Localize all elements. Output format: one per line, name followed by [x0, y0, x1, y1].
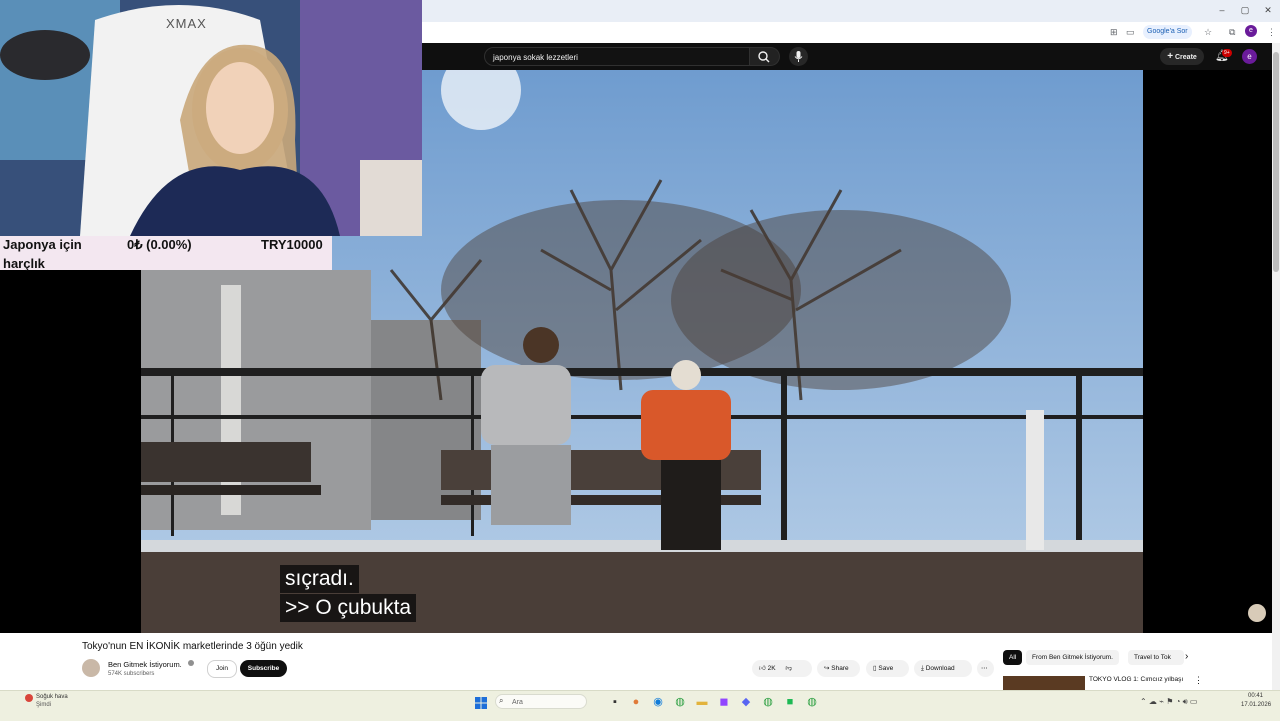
browser-menu-icon[interactable]: ⋮ [1267, 25, 1276, 39]
chip-from-channel[interactable]: From Ben Gitmek İstiyorum. [1026, 650, 1119, 665]
search-input[interactable]: japonya sokak lezzetleri [484, 47, 750, 66]
chevron-right-icon[interactable]: › [1185, 651, 1188, 662]
extensions-icon[interactable]: ⧉ [1229, 25, 1235, 39]
like-icon[interactable]: 👍︎ [759, 665, 766, 672]
browser-profile-icon[interactable]: e [1245, 25, 1257, 37]
share-label: Share [831, 665, 849, 672]
download-label: Download [925, 665, 955, 672]
channel-name[interactable]: Ben Gitmek İstiyorum. [108, 660, 182, 669]
bookmark-star-icon[interactable]: ☆ [1204, 25, 1212, 39]
chrome-secondary-icon[interactable]: ◍ [805, 695, 819, 709]
voice-search-button[interactable] [789, 47, 808, 66]
cast-icon[interactable]: ▭ [1126, 25, 1135, 39]
account-avatar[interactable]: e [1242, 49, 1257, 64]
subtitle-line-2: >> O çubukta [280, 594, 417, 622]
donation-goal: TRY10000 [261, 237, 323, 252]
channel-avatar[interactable] [82, 659, 100, 677]
webcam-scene [0, 0, 422, 236]
google-ask-button[interactable]: Google'a Sor [1143, 25, 1192, 39]
search-icon [758, 51, 770, 63]
clock-date[interactable]: 17.01.2026 [1241, 702, 1271, 708]
app-icon-2[interactable]: ■ [783, 695, 797, 709]
more-actions-icon[interactable]: ⋯ [977, 660, 994, 677]
create-label: Create [1175, 54, 1197, 61]
dislike-icon[interactable]: 👎︎ [785, 665, 792, 672]
save-button[interactable]: ▯ Save [866, 660, 909, 677]
discord-icon[interactable]: ◆ [739, 695, 753, 709]
recommendation-title[interactable]: TOKYO VLOG 1: Cımcıız yılbaşı [1089, 676, 1183, 683]
share-icon: ↪ [824, 665, 830, 672]
microphone-icon [794, 51, 803, 62]
twitch-icon[interactable]: ◼ [717, 695, 731, 709]
chip-all[interactable]: All [1003, 650, 1023, 665]
join-button[interactable]: Join [207, 660, 237, 678]
donation-label-line1: Japonya için [3, 237, 82, 252]
notification-badge: 9+ [1222, 49, 1232, 57]
edge-icon[interactable]: ◉ [651, 695, 665, 709]
maximize-button[interactable]: ▢ [1235, 3, 1255, 17]
clock-time[interactable]: 00:41 [1248, 693, 1263, 699]
weather-line1[interactable]: Soğuk hava [36, 694, 68, 700]
chrome-profile-icon[interactable]: ◍ [761, 695, 775, 709]
bookmark-icon: ▯ [873, 665, 877, 672]
scrollbar-thumb[interactable] [1273, 52, 1279, 272]
task-view-icon[interactable]: ▪ [608, 695, 622, 709]
floating-avatar-icon[interactable] [1248, 604, 1266, 622]
subtitle-line-1: sıçradı. [280, 565, 359, 593]
chair-brand-logo: XMAX [166, 16, 207, 31]
app-icon-1[interactable]: ● [629, 695, 643, 709]
recommendation-thumbnail[interactable] [1003, 676, 1085, 690]
file-explorer-icon[interactable]: ▬ [695, 695, 709, 709]
search-button[interactable] [750, 47, 780, 66]
chrome-icon[interactable]: ◍ [673, 695, 687, 709]
video-title: Tokyo'nun EN İKONİK marketlerinde 3 öğün… [82, 641, 303, 652]
minimize-button[interactable]: – [1212, 3, 1232, 17]
save-label: Save [878, 665, 894, 672]
download-button[interactable]: ⤓ Download [914, 660, 972, 677]
verified-badge-icon [188, 660, 194, 666]
taskbar-search-input[interactable]: Ara [495, 694, 587, 709]
share-button[interactable]: ↪ Share [817, 660, 860, 677]
close-window-button[interactable]: ✕ [1258, 3, 1278, 17]
like-count[interactable]: 2K [768, 665, 776, 672]
subscribe-button[interactable]: Subscribe [240, 660, 287, 677]
create-button[interactable]: + Create [1160, 48, 1204, 65]
plus-icon: + [1167, 51, 1174, 62]
windows-start-icon[interactable] [475, 696, 487, 709]
donation-progress: 0₺ (0.00%) [127, 237, 192, 252]
system-tray-icons[interactable]: ⌃ ☁ ⌁ ⚑ ◔ 🔊︎ ▭ [1140, 697, 1197, 707]
subscriber-count: 574K subscribers [108, 671, 155, 677]
webcam-overlay: XMAX [0, 0, 422, 236]
chip-travel[interactable]: Travel to Tok [1128, 650, 1184, 665]
weather-line2[interactable]: Şimdi [36, 702, 51, 708]
like-dislike-group: 👍︎ 2K 👎︎ [752, 660, 812, 677]
recommendation-menu-icon[interactable]: ⋮ [1194, 675, 1203, 686]
download-icon: ⤓ [921, 665, 924, 672]
donation-label-line2: harçlık [3, 256, 45, 271]
taskbar-search-icon: ⌕ [499, 696, 504, 705]
weather-icon[interactable] [25, 694, 33, 702]
translate-icon[interactable]: ⊞ [1110, 25, 1118, 39]
